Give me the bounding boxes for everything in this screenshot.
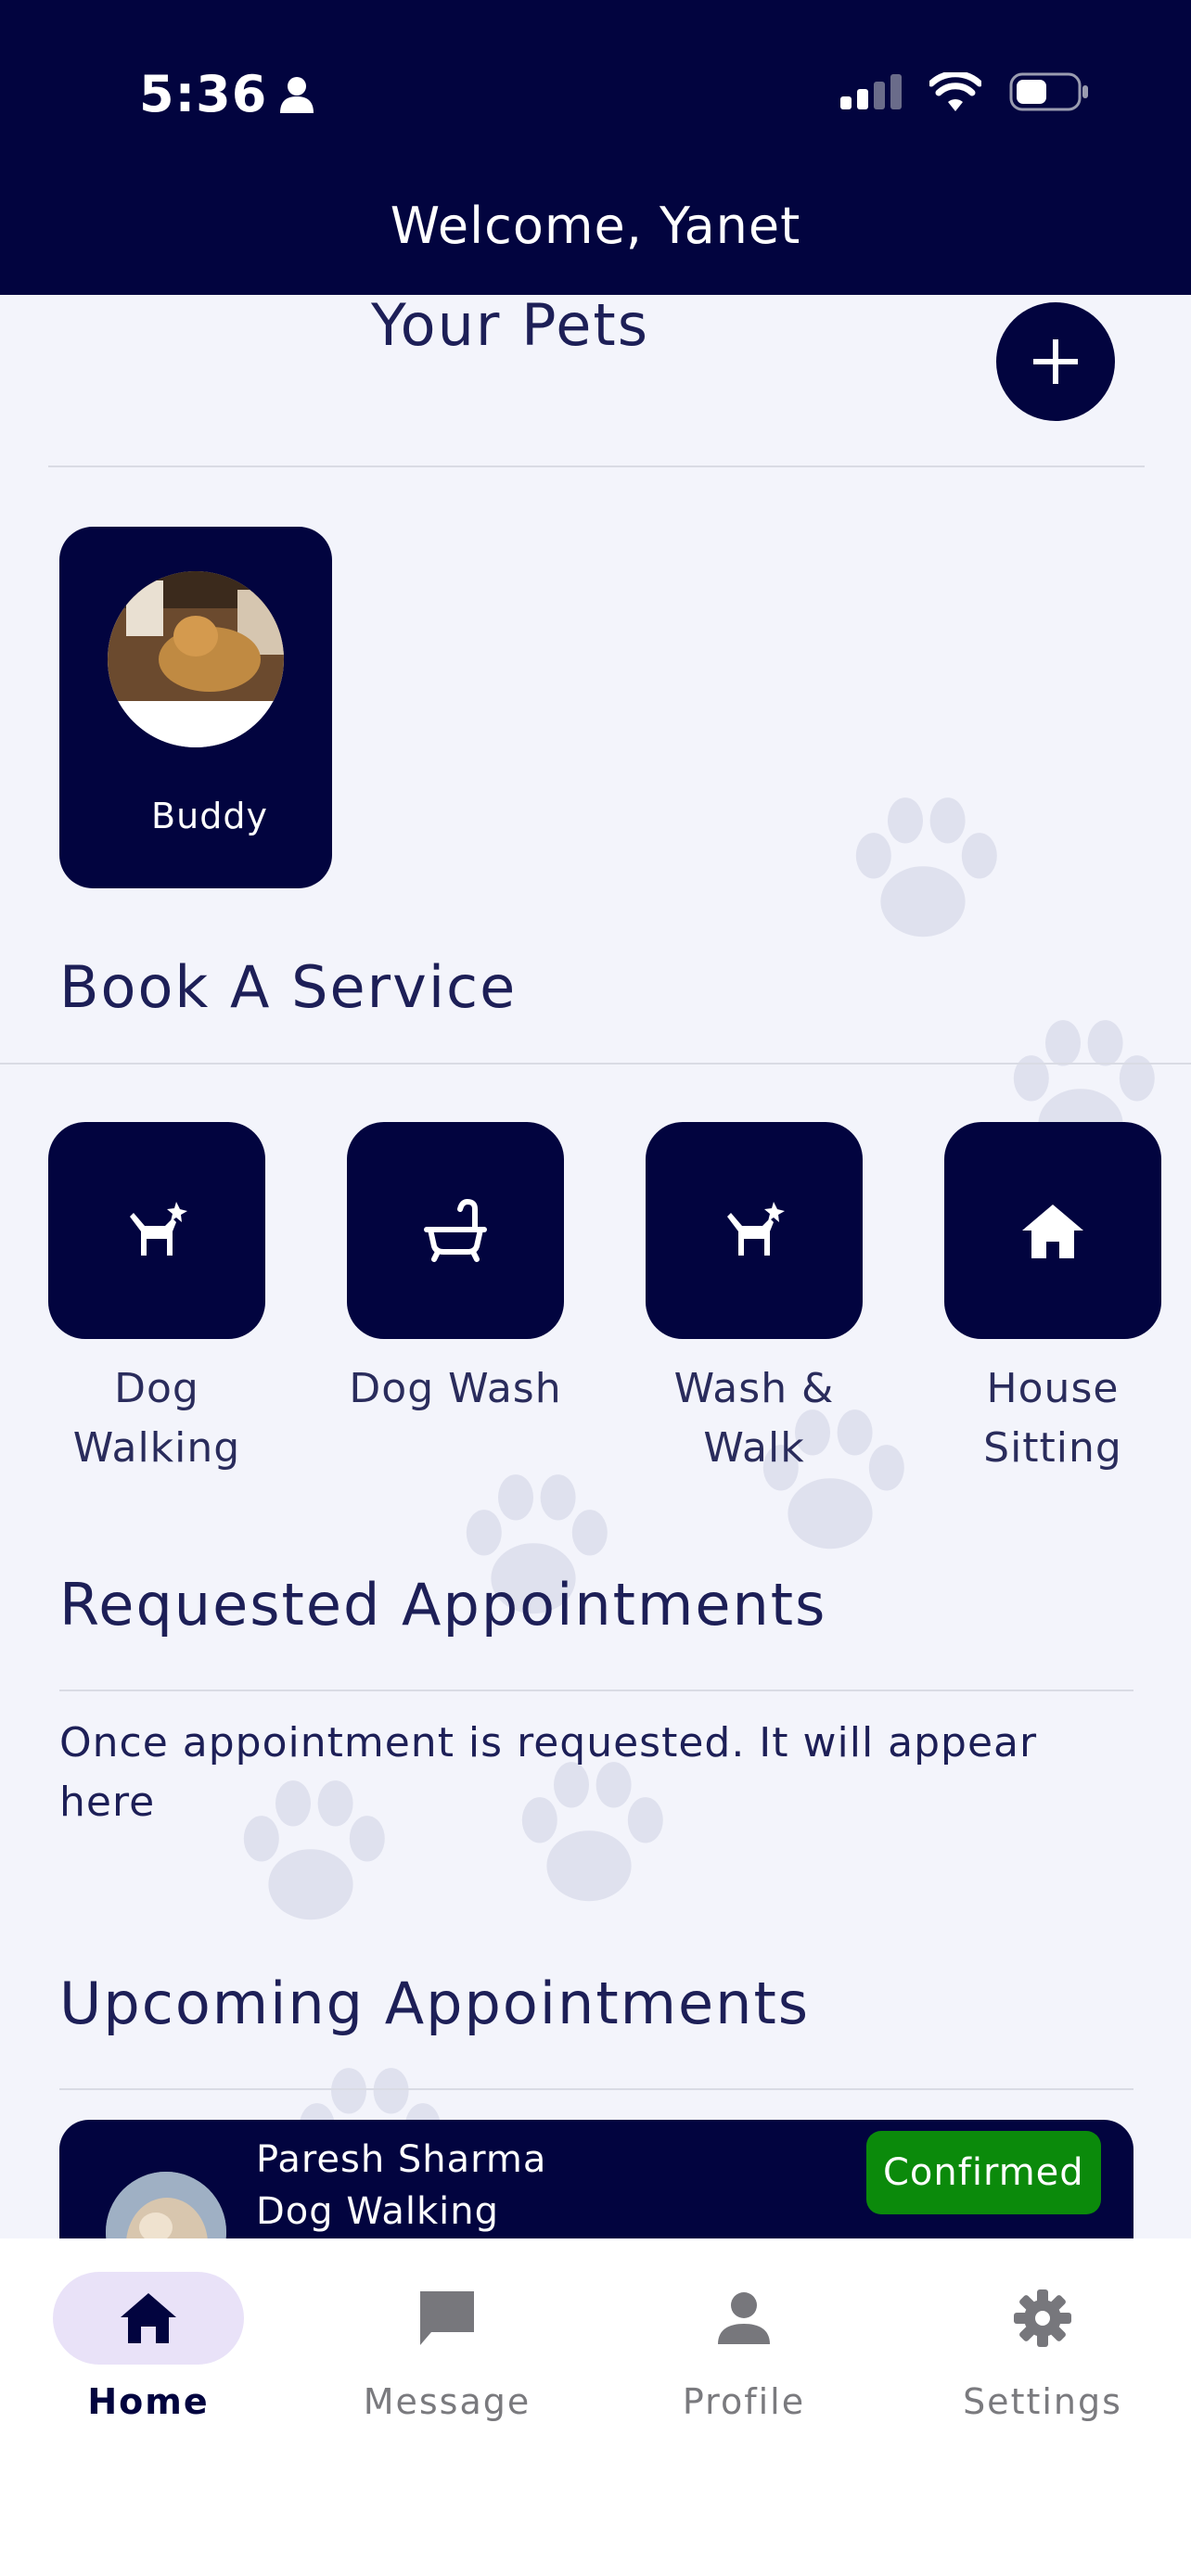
service-label: Dog Wash [349, 1365, 562, 1412]
divider [0, 1063, 1191, 1065]
avatar [106, 2172, 226, 2238]
dog-icon [130, 1202, 187, 1256]
nav-label: Home [87, 2381, 210, 2422]
service-label: Wash & Walk [673, 1365, 835, 1472]
welcome-title: Welcome, Yanet [390, 197, 801, 255]
appointment-card[interactable]: Paresh Sharma Dog Walking Confirmed [59, 2120, 1133, 2238]
pet-name: Buddy [151, 796, 268, 836]
status-badge: Confirmed [866, 2131, 1101, 2214]
divider [48, 465, 1145, 467]
your-pets-title: Your Pets [371, 295, 649, 359]
gear-icon [1014, 2289, 1071, 2347]
service-tile[interactable] [48, 1122, 265, 1339]
app-header: 5:36 Welcome, Yanet [0, 0, 1191, 295]
profile-icon [718, 2292, 770, 2344]
dog-photo [106, 2172, 226, 2238]
service-wash-walk[interactable]: Wash & Walk [646, 1122, 863, 1478]
appointment-service: Dog Walking [256, 2190, 500, 2233]
status-bar-time: 5:36 [139, 65, 314, 123]
nav-label: Profile [682, 2381, 806, 2422]
divider [59, 1690, 1133, 1691]
nav-profile[interactable]: Profile [633, 2272, 855, 2422]
service-tile[interactable] [347, 1122, 564, 1339]
message-icon [420, 2291, 474, 2345]
bathtub-icon [424, 1198, 487, 1262]
requested-empty-text: Once appointment is requested. It will a… [59, 1719, 1038, 1826]
paw-print-icon [855, 797, 997, 937]
time-text: 5:36 [139, 65, 268, 123]
signal-icon [840, 74, 902, 109]
requested-appointments-title: Requested Appointments [59, 1571, 827, 1639]
plus-icon [1033, 339, 1078, 384]
home-icon [121, 2293, 176, 2343]
person-icon [280, 76, 314, 113]
wifi-icon [929, 72, 981, 111]
pet-photo [108, 571, 284, 747]
add-pet-button[interactable] [996, 302, 1115, 421]
nav-active-pill[interactable] [53, 2272, 244, 2365]
service-dog-wash[interactable]: Dog Wash [347, 1122, 564, 1419]
nav-settings[interactable]: Settings [931, 2272, 1154, 2422]
dog-icon [727, 1202, 785, 1256]
service-tile[interactable] [944, 1122, 1161, 1339]
dog-photo [108, 571, 284, 747]
service-dog-walking[interactable]: Dog Walking [48, 1122, 265, 1478]
nav-icon-container[interactable] [947, 2272, 1138, 2365]
home-content[interactable]: Your Pets Buddy Book A Service Dog Walki… [0, 295, 1191, 2238]
bottom-nav: Home Message Profile Settings [0, 2238, 1191, 2576]
service-label: House Sitting [983, 1365, 1122, 1472]
nav-icon-container[interactable] [352, 2272, 543, 2365]
upcoming-appointments-title: Upcoming Appointments [59, 1970, 811, 2037]
sitter-name: Paresh Sharma [256, 2138, 547, 2181]
status-bar-indicators [840, 72, 1089, 111]
divider [59, 2088, 1133, 2090]
nav-icon-container[interactable] [648, 2272, 839, 2365]
nav-home[interactable]: Home [37, 2272, 260, 2422]
nav-label: Message [363, 2381, 531, 2422]
house-icon [1022, 1205, 1083, 1258]
nav-label: Settings [963, 2381, 1122, 2422]
book-service-title: Book A Service [59, 953, 518, 1021]
nav-message[interactable]: Message [336, 2272, 558, 2422]
pet-card[interactable]: Buddy [59, 527, 332, 888]
service-house-sitting[interactable]: House Sitting [944, 1122, 1161, 1478]
service-tile[interactable] [646, 1122, 863, 1339]
service-label: Dog Walking [72, 1365, 241, 1472]
battery-icon [1009, 72, 1088, 111]
